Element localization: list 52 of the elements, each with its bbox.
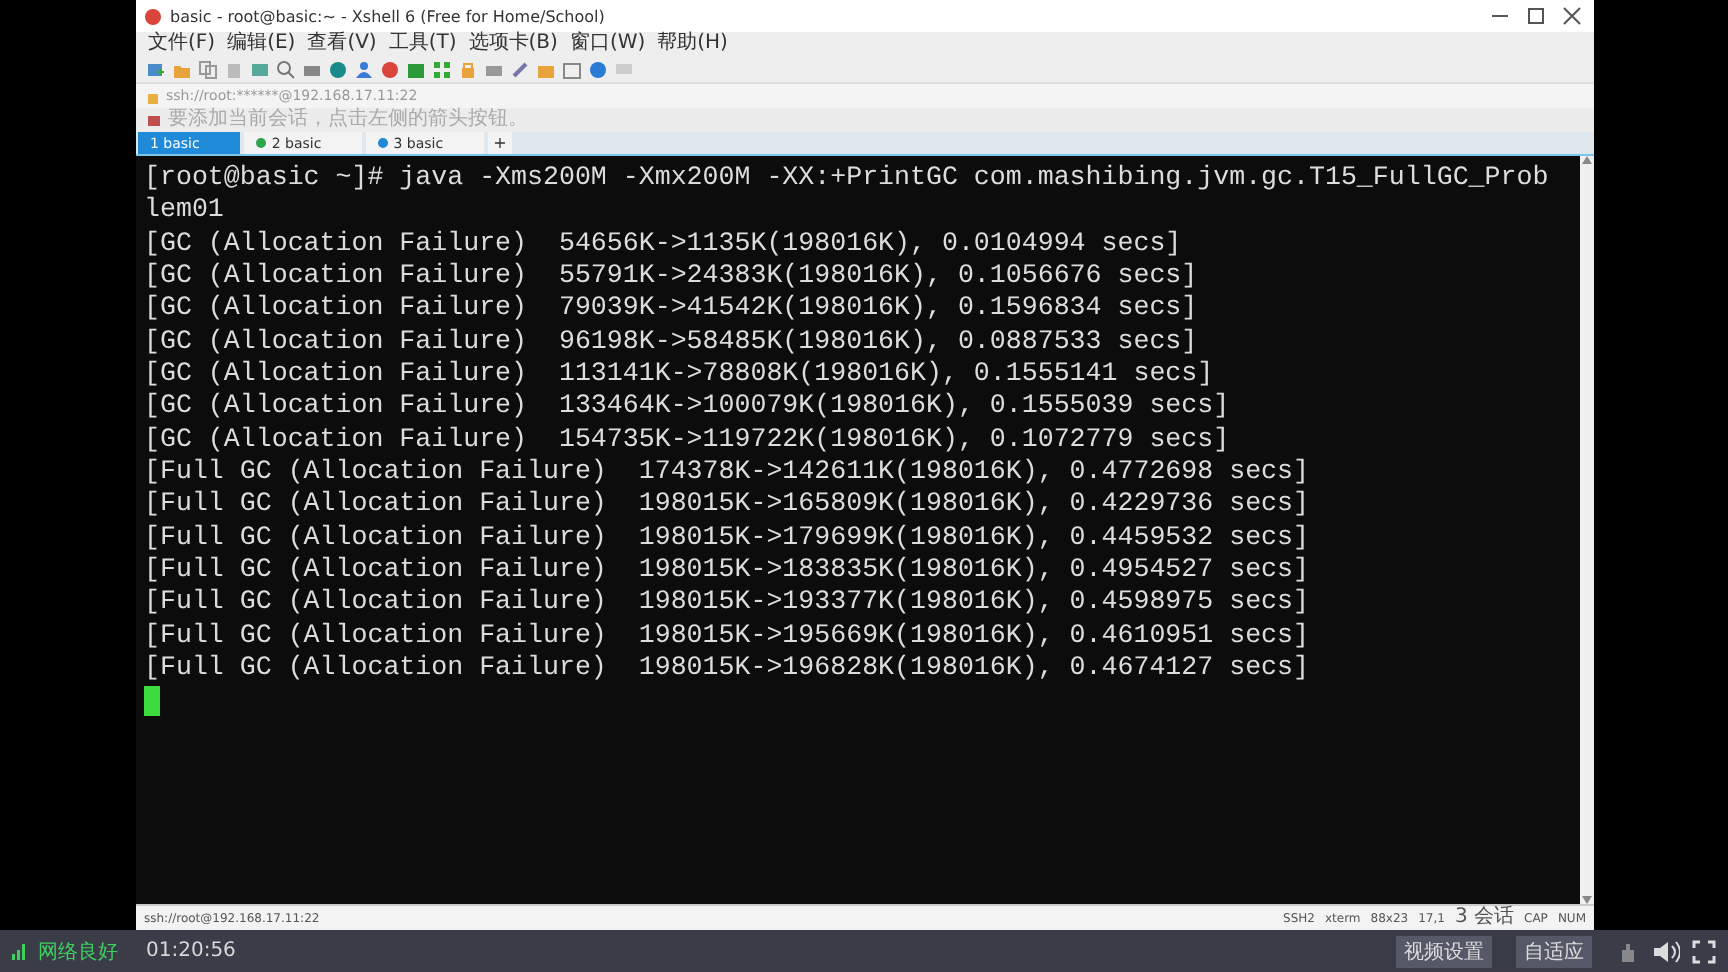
scroll-bar[interactable] — [1580, 156, 1594, 904]
grid-icon[interactable] — [432, 59, 452, 79]
menu-item[interactable]: 文件(F) — [148, 32, 216, 56]
terminal-line: [root@basic ~]# java -Xms200M -Xmx200M -XX:+PrintGC com.mashibing.jvm.gc.T15_FullGC_Prob — [144, 162, 1549, 195]
terminal-line: [Full GC (Allocation Failure) 198015K->183835K(198016K), 0.4954527 secs] — [144, 554, 1309, 587]
playback-time: 01:20:56 — [146, 940, 236, 962]
app-icon — [144, 7, 162, 25]
hint-text: 要添加当前会话，点击左侧的箭头按钮。 — [168, 108, 528, 132]
terminal-line: [GC (Allocation Failure) 113141K->78808K(198016K), 0.1555141 secs] — [144, 358, 1214, 391]
status-dot-icon — [255, 138, 266, 148]
terminal-line: [Full GC (Allocation Failure) 198015K->196828K(198016K), 0.4674127 secs] — [144, 652, 1309, 685]
terminal-line: [Full GC (Allocation Failure) 198015K->193377K(198016K), 0.4598975 secs] — [144, 586, 1309, 620]
search-icon[interactable] — [276, 59, 296, 79]
terminal-line: [GC (Allocation Failure) 96198K->58485K(198016K), 0.0887533 secs] — [144, 325, 1198, 359]
menu-item[interactable]: 帮助(H) — [657, 32, 728, 56]
menu-item[interactable]: 查看(V) — [307, 32, 377, 56]
new-tab-button[interactable]: + — [487, 132, 513, 154]
window-title: basic - root@basic:~ - Xshell 6 (Free for Home/School) — [170, 7, 607, 25]
close-icon[interactable] — [1558, 6, 1586, 26]
monitor-icon[interactable] — [250, 59, 270, 79]
new-session-icon[interactable] — [146, 59, 166, 79]
terminal-line: [Full GC (Allocation Failure) 198015K->179699K(198016K), 0.4459532 secs] — [144, 521, 1309, 555]
volume-icon[interactable] — [1652, 939, 1680, 963]
terminal-line: [Full GC (Allocation Failure) 174378K->142611K(198016K), 0.4772698 secs] — [144, 456, 1309, 489]
terminal-line: [GC (Allocation Failure) 133464K->100079K(198016K), 0.1555039 secs] — [144, 390, 1230, 424]
fullscreen-icon[interactable] — [1692, 939, 1716, 963]
menu-item[interactable]: 选项卡(B) — [468, 32, 558, 56]
pen-icon[interactable] — [510, 59, 530, 79]
signal-icon — [12, 943, 26, 959]
network-status: 网络良好 — [38, 939, 118, 965]
player-button[interactable]: 自适应 — [1516, 935, 1592, 967]
person-icon[interactable] — [354, 59, 374, 79]
menu-item[interactable]: 编辑(E) — [227, 32, 296, 56]
menu-item[interactable]: 窗口(W) — [569, 32, 646, 56]
terminal-line: [GC (Allocation Failure) 54656K->1135K(198016K), 0.0104994 secs] — [144, 227, 1182, 261]
terminal-line: lem01 — [144, 194, 224, 228]
copy-icon[interactable] — [198, 59, 218, 79]
player-button[interactable]: 视频设置 — [1396, 935, 1492, 967]
terminal-line: [Full GC (Allocation Failure) 198015K->165809K(198016K), 0.4229736 secs] — [144, 488, 1309, 522]
terminal-line: [Full GC (Allocation Failure) 198015K->195669K(198016K), 0.4610951 secs] — [144, 619, 1309, 653]
menu-item[interactable]: 工具(T) — [388, 32, 457, 56]
status-item: 3 会话 — [1454, 906, 1515, 930]
maximize-icon[interactable] — [1522, 6, 1550, 26]
terminal-line: [GC (Allocation Failure) 154735K->119722K(198016K), 0.1072779 secs] — [144, 423, 1230, 457]
terminal-line: [GC (Allocation Failure) 55791K->24383K(198016K), 0.1056676 secs] — [144, 260, 1198, 293]
terminal-line: [GC (Allocation Failure) 79039K->41542K(198016K), 0.1596834 secs] — [144, 292, 1198, 326]
status-dot-icon — [377, 138, 388, 148]
lock-icon — [146, 88, 160, 104]
window-icon[interactable] — [562, 59, 582, 79]
square-icon[interactable] — [406, 59, 426, 79]
lock-icon[interactable] — [458, 59, 478, 79]
help-icon[interactable] — [588, 59, 608, 79]
